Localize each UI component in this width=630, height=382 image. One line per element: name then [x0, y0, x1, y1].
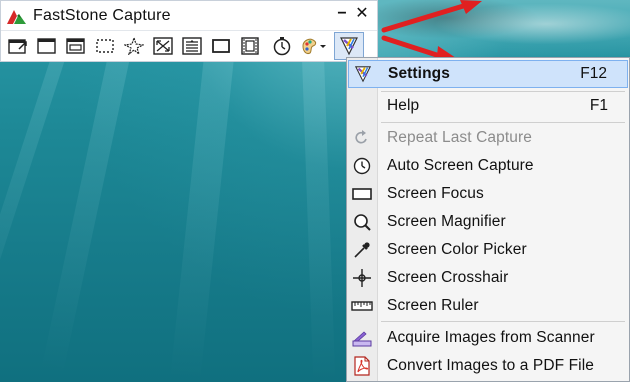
output-destination-icon[interactable]: [299, 34, 329, 58]
pdf-icon: [348, 356, 376, 376]
eyedropper-icon: [348, 241, 376, 259]
capture-fixed-region-icon[interactable]: [209, 34, 233, 58]
faststone-capture-window: FastStone Capture − ✕: [0, 0, 378, 62]
menu-item-help[interactable]: Help F1: [348, 92, 628, 120]
scanner-icon: [348, 329, 376, 347]
capture-window-icon[interactable]: [64, 34, 88, 58]
close-button[interactable]: ✕: [353, 5, 371, 23]
title-bar[interactable]: FastStone Capture − ✕: [1, 1, 377, 30]
capture-full-screen-icon[interactable]: [151, 34, 175, 58]
menu-item-screen-crosshair[interactable]: Screen Crosshair: [348, 264, 628, 292]
menu-item-label: Screen Color Picker: [387, 241, 527, 258]
menu-item-repeat-last-capture[interactable]: Repeat Last Capture: [348, 124, 628, 152]
clock-icon: [348, 157, 376, 175]
menu-item-screen-ruler[interactable]: Screen Ruler: [348, 292, 628, 320]
menu-item-label: Repeat Last Capture: [387, 129, 532, 146]
menu-item-settings[interactable]: Settings F12: [348, 60, 628, 88]
menu-item-label: Screen Ruler: [387, 297, 479, 314]
capture-active-window-icon[interactable]: [6, 34, 30, 58]
menu-item-shortcut: F12: [580, 65, 607, 82]
menu-item-label: Auto Screen Capture: [387, 157, 534, 174]
window-title: FastStone Capture: [33, 6, 171, 24]
delay-timer-icon[interactable]: [270, 34, 294, 58]
menu-item-label: Acquire Images from Scanner: [387, 329, 595, 346]
settings-menu-icon[interactable]: [334, 32, 364, 60]
repeat-icon: [348, 130, 376, 146]
faststone-logo-icon: [5, 6, 29, 26]
menu-separator: [381, 321, 625, 322]
menu-item-auto-screen-capture[interactable]: Auto Screen Capture: [348, 152, 628, 180]
menu-item-acquire-images-from-scanner[interactable]: Acquire Images from Scanner: [348, 324, 628, 352]
settings-icon: [349, 65, 377, 83]
rectangle-icon: [348, 187, 376, 201]
menu-item-label: Settings: [388, 65, 450, 82]
crosshair-icon: [348, 268, 376, 288]
menu-item-label: Screen Magnifier: [387, 213, 506, 230]
capture-window-object-icon[interactable]: [35, 34, 59, 58]
menu-item-convert-images-to-pdf[interactable]: Convert Images to a PDF File: [348, 352, 628, 380]
capture-freehand-region-icon[interactable]: [122, 34, 146, 58]
screen-recorder-icon[interactable]: [238, 34, 262, 58]
settings-dropdown-menu: Settings F12 Help F1 Repeat Last Capture…: [346, 57, 630, 382]
capture-rectangular-region-icon[interactable]: [93, 34, 117, 58]
menu-item-screen-magnifier[interactable]: Screen Magnifier: [348, 208, 628, 236]
menu-item-screen-color-picker[interactable]: Screen Color Picker: [348, 236, 628, 264]
menu-item-screen-focus[interactable]: Screen Focus: [348, 180, 628, 208]
capture-scrolling-window-icon[interactable]: [180, 34, 204, 58]
magnifier-icon: [348, 213, 376, 231]
menu-item-label: Help: [387, 97, 420, 114]
capture-toolbar: [1, 30, 377, 61]
menu-separator: [381, 122, 625, 123]
minimize-button[interactable]: −: [333, 5, 351, 23]
ruler-icon: [348, 300, 376, 312]
menu-item-label: Convert Images to a PDF File: [387, 357, 594, 374]
menu-item-label: Screen Focus: [387, 185, 484, 202]
menu-item-shortcut: F1: [589, 97, 608, 114]
menu-item-label: Screen Crosshair: [387, 269, 509, 286]
